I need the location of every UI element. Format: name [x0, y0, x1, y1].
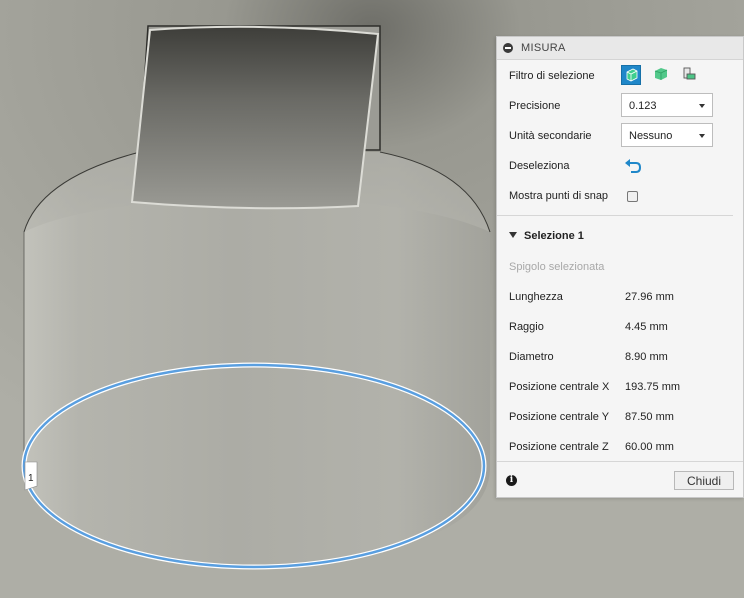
measure-label: Diametro	[509, 351, 554, 363]
select-edge-icon	[683, 67, 696, 80]
selection-header[interactable]: Selezione 1	[509, 230, 584, 242]
selection-marker: 1	[24, 461, 38, 491]
collapse-icon[interactable]	[503, 43, 513, 53]
measure-value: 193.75 mm	[625, 381, 681, 393]
select-body-button[interactable]	[621, 65, 641, 85]
cylinder-body[interactable]	[24, 152, 490, 566]
selection-filter-label: Filtro di selezione	[509, 70, 595, 82]
triangle-down-icon	[509, 232, 517, 238]
measure-label: Raggio	[509, 321, 544, 333]
measure-label: Lunghezza	[509, 291, 563, 303]
measure-value: 60.00 mm	[625, 441, 674, 453]
measure-value: 4.45 mm	[625, 321, 668, 333]
post-hole[interactable]	[130, 25, 380, 210]
chevron-down-icon	[699, 134, 705, 138]
snap-points-label: Mostra punti di snap	[509, 190, 609, 202]
select-face-icon	[654, 68, 668, 80]
info-icon[interactable]: i	[506, 475, 517, 486]
panel-title: MISURA	[521, 42, 566, 54]
select-edge-button[interactable]	[680, 65, 700, 85]
precision-select[interactable]: 0.123	[621, 93, 713, 117]
measure-label: Posizione centrale Y	[509, 411, 610, 423]
close-button[interactable]: Chiudi	[674, 471, 734, 490]
select-body-icon	[626, 68, 638, 82]
select-face-button[interactable]	[652, 65, 672, 85]
secondary-units-value: Nessuno	[629, 130, 673, 142]
measure-value: 87.50 mm	[625, 411, 674, 423]
measure-label: Posizione centrale Z	[509, 441, 609, 453]
precision-label: Precisione	[509, 100, 561, 112]
section-divider	[497, 215, 733, 216]
measure-value: 8.90 mm	[625, 351, 668, 363]
measure-panel: MISURA Filtro di selezione Precisione 0.…	[496, 36, 744, 498]
precision-value: 0.123	[629, 100, 657, 112]
measure-label: Posizione centrale X	[509, 381, 610, 393]
secondary-units-label: Unità secondarie	[509, 130, 592, 142]
panel-titlebar[interactable]: MISURA	[497, 37, 743, 60]
selection-header-label: Selezione 1	[524, 230, 584, 242]
chevron-down-icon	[699, 104, 705, 108]
secondary-units-select[interactable]: Nessuno	[621, 123, 713, 147]
footer-divider	[497, 461, 743, 462]
selection-type: Spigolo selezionata	[509, 261, 605, 273]
snap-points-checkbox[interactable]	[627, 191, 638, 202]
selection-marker-label: 1	[28, 473, 34, 484]
undo-icon[interactable]	[624, 158, 642, 174]
measure-value: 27.96 mm	[625, 291, 674, 303]
deselect-label: Deseleziona	[509, 160, 570, 172]
